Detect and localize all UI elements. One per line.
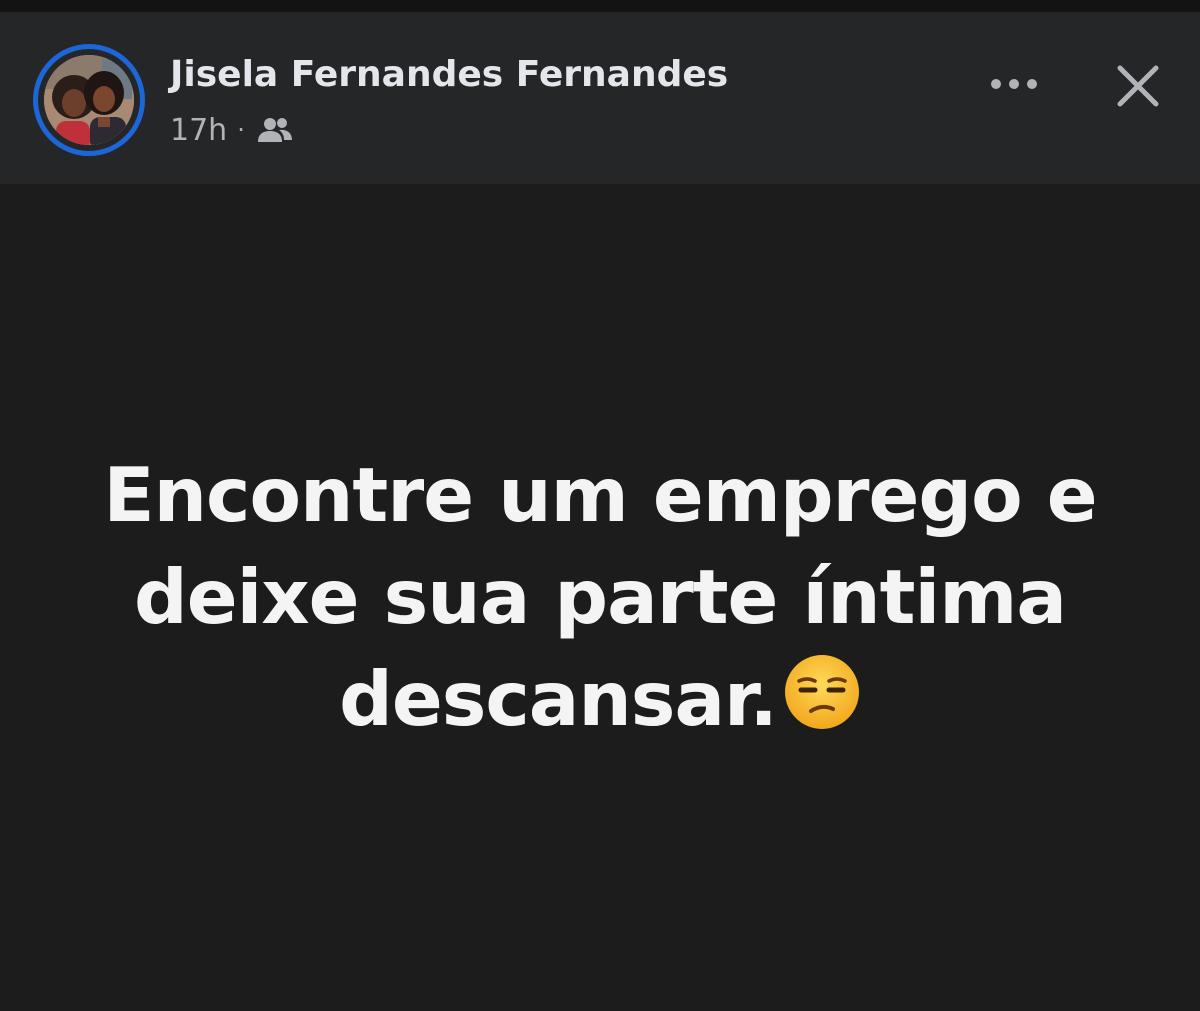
post-text: Encontre um emprego e deixe sua parte ín… <box>103 451 1097 743</box>
close-button[interactable] <box>1108 56 1168 116</box>
avatar[interactable] <box>33 44 145 156</box>
avatar-image <box>44 55 134 145</box>
meta-separator: · <box>237 116 245 144</box>
post-meta: 17h · <box>170 110 293 150</box>
more-options-icon <box>991 79 1037 89</box>
friends-icon <box>257 118 292 142</box>
post-timestamp[interactable]: 17h <box>170 113 227 148</box>
post-header: Jisela Fernandes Fernandes 17h · <box>0 12 1200 184</box>
author-name[interactable]: Jisela Fernandes Fernandes <box>170 54 728 95</box>
avatar-photo <box>44 55 134 145</box>
unamused-face-emoji <box>783 653 861 731</box>
post-body: Encontre um emprego e deixe sua parte ín… <box>0 184 1200 1011</box>
status-bar-strip <box>0 0 1200 12</box>
close-icon <box>1117 65 1159 107</box>
post-text-container: Encontre um emprego e deixe sua parte ín… <box>40 444 1160 750</box>
more-options-button[interactable] <box>986 60 1042 108</box>
